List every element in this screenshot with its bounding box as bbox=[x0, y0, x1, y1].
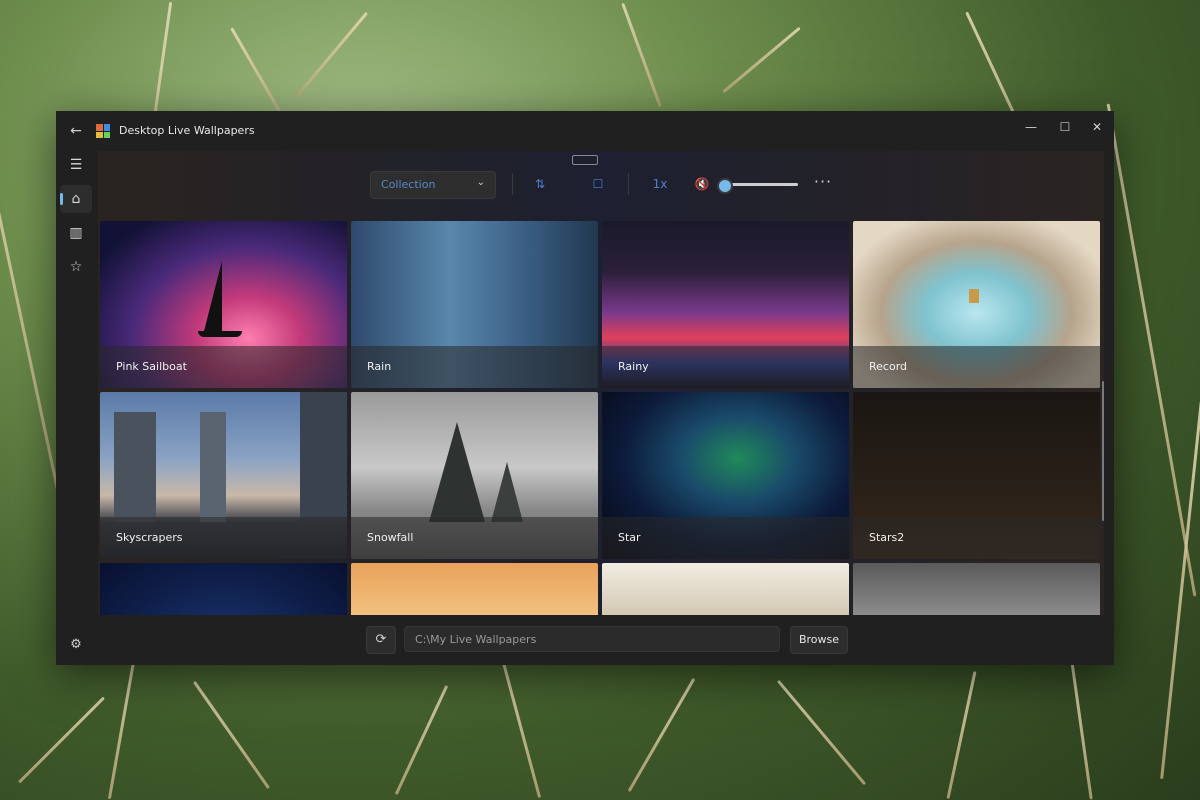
more-icon: ··· bbox=[813, 172, 833, 191]
wallpaper-title: Rain bbox=[367, 360, 392, 373]
wallpaper-caption: Snowfall bbox=[351, 517, 598, 559]
app-window: ← Desktop Live Wallpapers — ☐ ✕ ☰ ⌂ ▥ ☆ bbox=[56, 111, 1114, 665]
boat-hull bbox=[198, 331, 242, 337]
hamburger-menu-icon: ☰ bbox=[69, 157, 83, 173]
wallpaper-title: Record bbox=[869, 360, 908, 373]
star-icon: ☆ bbox=[69, 259, 83, 275]
sidebar-item-menu[interactable]: ☰ bbox=[60, 151, 92, 179]
sidebar-item-home[interactable]: ⌂ bbox=[60, 185, 92, 213]
back-arrow-icon: ← bbox=[70, 123, 82, 139]
app-logo-icon bbox=[96, 124, 110, 138]
wallpaper-caption: Skyscrapers bbox=[100, 517, 347, 559]
wallpaper-tile[interactable] bbox=[853, 563, 1100, 615]
playback-toolbar: Collection ⌄ ⇅ ☐ 1x 🔇 ··· bbox=[98, 171, 1104, 203]
wallpaper-tile[interactable]: Record bbox=[853, 221, 1100, 388]
sort-icon: ⇅ bbox=[534, 177, 546, 191]
wallpaper-tile[interactable]: Skyscrapers bbox=[100, 392, 347, 559]
pine-tree bbox=[429, 422, 485, 522]
compact-mode-handle[interactable] bbox=[572, 155, 598, 165]
wallpaper-title: Stars2 bbox=[869, 531, 905, 544]
more-options-button[interactable]: ··· bbox=[812, 174, 834, 194]
maximize-button[interactable]: ☐ bbox=[1048, 115, 1082, 139]
wallpaper-title: Rainy bbox=[618, 360, 649, 373]
browse-button[interactable]: Browse bbox=[790, 626, 848, 654]
fullscreen-icon: ☐ bbox=[592, 177, 604, 191]
folder-path-field[interactable]: C:\My Live Wallpapers bbox=[404, 626, 780, 652]
volume-thumb[interactable] bbox=[717, 178, 733, 194]
playback-speed-button[interactable]: 1x bbox=[648, 174, 672, 194]
wallpaper-title: Skyscrapers bbox=[116, 531, 183, 544]
maximize-icon: ☐ bbox=[1059, 120, 1071, 134]
wallpaper-caption: Rain bbox=[351, 346, 598, 388]
toolbar-divider bbox=[628, 173, 629, 195]
sidebar-item-library[interactable]: ▥ bbox=[60, 219, 92, 247]
gallery-scrollbar[interactable] bbox=[1102, 381, 1104, 521]
home-icon: ⌂ bbox=[71, 191, 81, 207]
refresh-icon: ⟳ bbox=[375, 632, 387, 647]
toolbar-divider bbox=[512, 173, 513, 195]
close-icon: ✕ bbox=[1091, 120, 1103, 134]
wallpaper-caption: Rainy bbox=[602, 346, 849, 388]
skyscraper-building bbox=[200, 412, 226, 522]
record-spindle bbox=[969, 289, 979, 303]
wallpaper-tile[interactable] bbox=[351, 563, 598, 615]
wallpaper-title: Pink Sailboat bbox=[116, 360, 187, 373]
wallpaper-tile[interactable]: Star bbox=[602, 392, 849, 559]
wallpaper-caption: Star bbox=[602, 517, 849, 559]
wallpaper-tile[interactable]: Snowfall bbox=[351, 392, 598, 559]
library-icon: ▥ bbox=[69, 225, 83, 241]
chevron-down-icon: ⌄ bbox=[476, 177, 485, 188]
wallpaper-caption: Pink Sailboat bbox=[100, 346, 347, 388]
pine-tree bbox=[491, 462, 523, 522]
wallpaper-tile[interactable]: Pink Sailboat bbox=[100, 221, 347, 388]
window-title: Desktop Live Wallpapers bbox=[119, 124, 255, 137]
wallpaper-tile[interactable]: Rainy bbox=[602, 221, 849, 388]
sort-button[interactable]: ⇅ bbox=[528, 174, 552, 194]
back-button[interactable]: ← bbox=[66, 121, 86, 141]
collection-dropdown[interactable]: Collection ⌄ bbox=[370, 171, 496, 199]
wallpaper-gallery: Pink Sailboat Rain Rainy Record Skyscrap… bbox=[100, 221, 1102, 615]
fullscreen-button[interactable]: ☐ bbox=[586, 174, 610, 194]
wallpaper-title: Star bbox=[618, 531, 641, 544]
mute-button[interactable]: 🔇 bbox=[690, 174, 714, 194]
gear-icon: ⚙ bbox=[70, 637, 82, 652]
wallpaper-title: Snowfall bbox=[367, 531, 414, 544]
wallpaper-tile[interactable]: Stars2 bbox=[853, 392, 1100, 559]
wallpaper-tile[interactable] bbox=[100, 563, 347, 615]
minimize-icon: — bbox=[1025, 120, 1037, 134]
wallpaper-tile[interactable] bbox=[602, 563, 849, 615]
title-bar: ← Desktop Live Wallpapers — ☐ ✕ bbox=[56, 111, 1114, 151]
wallpaper-caption: Stars2 bbox=[853, 517, 1100, 559]
settings-button[interactable]: ⚙ bbox=[66, 635, 86, 655]
volume-slider[interactable] bbox=[717, 178, 798, 194]
skyscraper-building bbox=[300, 392, 347, 522]
close-button[interactable]: ✕ bbox=[1080, 115, 1114, 139]
folder-bar: ⟳ C:\My Live Wallpapers Browse bbox=[98, 615, 1104, 665]
sidebar-item-favorites[interactable]: ☆ bbox=[60, 253, 92, 281]
dropdown-selected-value: Collection bbox=[381, 178, 436, 191]
wallpaper-tile[interactable]: Rain bbox=[351, 221, 598, 388]
skyscraper-building bbox=[114, 412, 156, 522]
minimize-button[interactable]: — bbox=[1014, 115, 1048, 139]
sailboat-illustration bbox=[204, 261, 222, 331]
playback-speed-label: 1x bbox=[652, 177, 668, 191]
refresh-button[interactable]: ⟳ bbox=[366, 626, 396, 654]
wallpaper-caption: Record bbox=[853, 346, 1100, 388]
main-content: Collection ⌄ ⇅ ☐ 1x 🔇 ··· Pink Sailboat … bbox=[98, 151, 1104, 665]
mute-icon: 🔇 bbox=[694, 177, 710, 191]
navigation-sidebar: ☰ ⌂ ▥ ☆ ⚙ bbox=[56, 151, 96, 665]
